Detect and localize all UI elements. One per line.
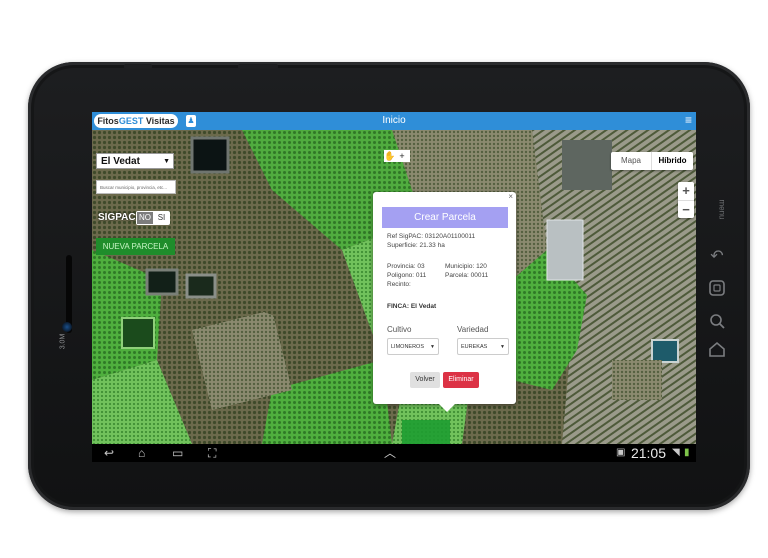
crear-parcela-popup: × Crear Parcela Ref SigPAC: 03120A011000…	[373, 192, 516, 412]
location-search-input[interactable]: Buscar municipio, provincia, etc...	[96, 180, 176, 194]
sigpac-toggle[interactable]: NO SI	[136, 211, 170, 225]
nueva-parcela-button[interactable]: NUEVA PARCELA	[96, 238, 175, 255]
page-title: Inicio	[382, 115, 406, 126]
zoom-out-button[interactable]: −	[678, 200, 694, 219]
variedad-select[interactable]: EUREKAS ▼	[457, 338, 509, 355]
battery-icon: ▮	[684, 447, 690, 458]
hw-home-icon[interactable]	[706, 278, 728, 303]
sigpac-no-option[interactable]: NO	[137, 212, 153, 224]
zoom-in-button[interactable]: +	[678, 182, 694, 200]
ref-sigpac: Ref SigPAC: 03120A01100011	[387, 233, 476, 240]
hw-search-icon[interactable]	[706, 312, 728, 335]
poligono: Poligono: 011	[387, 272, 427, 279]
chevron-down-icon: ▼	[500, 344, 505, 350]
draw-toolbar: ✋ +	[384, 150, 410, 162]
android-system-bar: ↩ ⌂ ▭ ⛶ ︿ ▣ 21:05 ◥ ▮	[92, 444, 696, 462]
tablet-screen: FitosGEST Visitas ♟ Inicio ≡ El Vedat ▼ …	[92, 112, 696, 462]
recinto: Recinto:	[387, 281, 411, 288]
volver-button[interactable]: Volver	[410, 372, 440, 388]
back-icon[interactable]: ↩	[104, 444, 114, 462]
close-icon[interactable]: ×	[508, 192, 513, 201]
eliminar-button[interactable]: Eliminar	[443, 372, 479, 388]
chevron-down-icon: ▼	[430, 344, 435, 350]
popup-pointer	[439, 404, 455, 412]
provincia: Provincia: 03	[387, 263, 425, 270]
draw-plus-icon[interactable]: +	[396, 150, 408, 162]
app-header: FitosGEST Visitas ♟ Inicio ≡	[92, 112, 696, 130]
map-type-mapa-button[interactable]: Mapa	[611, 152, 652, 170]
chevron-down-icon: ▼	[163, 158, 170, 165]
cultivo-select-value: LIMONEROS	[391, 344, 425, 350]
chevron-up-icon[interactable]: ︿	[384, 444, 396, 462]
hw-back-icon[interactable]: ↶	[706, 246, 728, 266]
camera-label: 3.0M	[59, 333, 67, 350]
finca-select[interactable]: El Vedat ▼	[96, 153, 174, 169]
finca-label: FINCA: El Vedat	[387, 303, 437, 310]
tablet-power-button	[238, 64, 278, 69]
gallery-notification-icon: ▣	[616, 447, 626, 458]
variedad-select-value: EUREKAS	[461, 344, 488, 350]
cultivo-label: Cultivo	[387, 325, 412, 334]
parcela: Parcela: 00011	[445, 272, 489, 279]
superficie: Superficie: 21.33 ha	[387, 242, 445, 249]
hand-icon[interactable]: ✋	[384, 150, 396, 162]
sigpac-label: SIGPAC	[98, 212, 136, 223]
tablet-volume-button	[124, 64, 152, 69]
clock-time: 21:05	[630, 445, 666, 461]
wifi-icon: ◥	[672, 447, 680, 458]
map-type-hibrido-button[interactable]: Híbrido	[652, 152, 693, 170]
cultivo-select[interactable]: LIMONEROS ▼	[387, 338, 439, 355]
satellite-map[interactable]: El Vedat ▼ Buscar municipio, provincia, …	[92, 130, 696, 444]
variedad-label: Variedad	[457, 325, 489, 334]
hamburger-menu-icon[interactable]: ≡	[685, 113, 692, 127]
screenshot-icon[interactable]: ⛶	[208, 444, 216, 462]
finca-select-value: El Vedat	[101, 156, 140, 167]
zoom-control: + −	[678, 182, 694, 218]
sigpac-si-option[interactable]: SI	[154, 212, 169, 224]
hw-menu-label: menu	[717, 199, 727, 220]
home-icon[interactable]: ⌂	[138, 444, 145, 462]
municipio: Municipio: 120	[445, 263, 487, 270]
map-type-control: Mapa Híbrido	[611, 152, 693, 170]
recent-apps-icon[interactable]: ▭	[172, 444, 183, 462]
popup-title: Crear Parcela	[382, 207, 508, 228]
hw-home-house-icon[interactable]	[706, 340, 728, 363]
camera-icon	[62, 322, 72, 332]
